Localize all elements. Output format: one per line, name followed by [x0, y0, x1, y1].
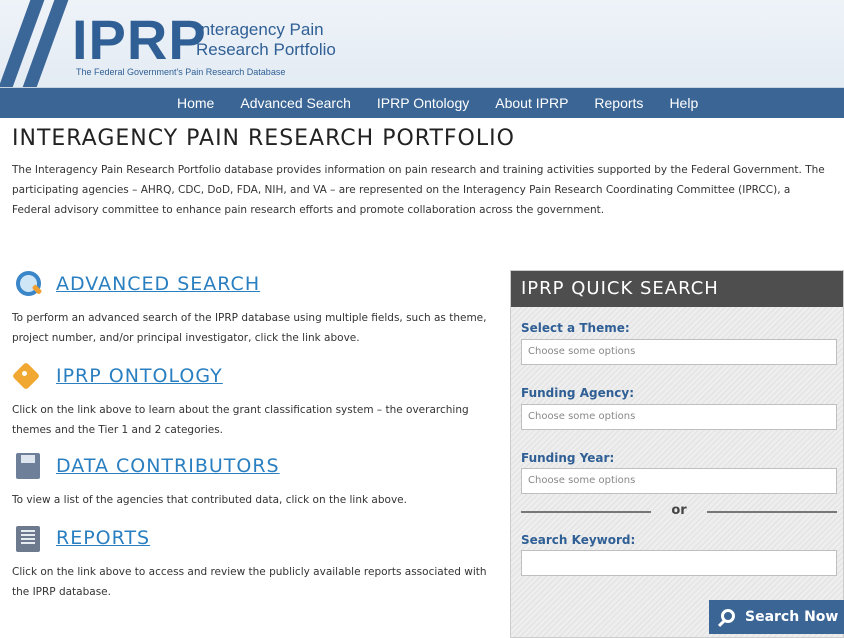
logo-tagline: The Federal Government's Pain Research D…	[76, 67, 286, 77]
advanced-search-description: To perform an advanced search of the IPR…	[12, 312, 487, 344]
quick-search-panel: IPRP QUICK SEARCH Select a Theme: Choose…	[510, 270, 844, 638]
site-header: IPRP Interagency Pain Research Portfolio…	[0, 0, 844, 88]
site-logo[interactable]: IPRP	[72, 12, 207, 68]
nav-iprp-ontology[interactable]: IPRP Ontology	[364, 88, 482, 118]
nav-home[interactable]: Home	[164, 88, 227, 118]
iprp-ontology-description: Click on the link above to learn about t…	[12, 404, 469, 436]
reports-description: Click on the link above to access and re…	[12, 566, 487, 598]
search-icon	[721, 609, 735, 623]
nav-help[interactable]: Help	[656, 88, 711, 118]
logo-subtitle: Interagency Pain Research Portfolio	[196, 20, 336, 59]
section-iprp-ontology: IPRP ONTOLOGY Click on the link above to…	[12, 360, 502, 440]
nav-about-iprp[interactable]: About IPRP	[482, 88, 581, 118]
floppy-disk-icon	[12, 450, 44, 482]
tag-icon	[12, 360, 44, 392]
section-data-contributors: DATA CONTRIBUTORS To view a list of the …	[12, 450, 502, 510]
theme-select[interactable]: Choose some options	[521, 339, 837, 365]
search-now-button[interactable]: Search Now	[709, 600, 844, 634]
agency-select[interactable]: Choose some options	[521, 404, 837, 430]
magnifier-icon	[12, 268, 44, 300]
keyword-input[interactable]	[521, 550, 837, 576]
data-contributors-description: To view a list of the agencies that cont…	[12, 494, 407, 506]
agency-label: Funding Agency:	[521, 386, 634, 400]
reports-link[interactable]: REPORTS	[56, 527, 150, 549]
quick-search-title: IPRP QUICK SEARCH	[511, 271, 843, 307]
section-advanced-search: ADVANCED SEARCH To perform an advanced s…	[12, 268, 502, 348]
section-reports: REPORTS Click on the link above to acces…	[12, 522, 502, 602]
year-label: Funding Year:	[521, 451, 615, 465]
intro-text: The Interagency Pain Research Portfolio …	[12, 164, 825, 216]
search-now-label: Search Now	[745, 609, 839, 625]
data-contributors-link[interactable]: DATA CONTRIBUTORS	[56, 455, 280, 477]
keyword-label: Search Keyword:	[521, 533, 636, 547]
nav-advanced-search[interactable]: Advanced Search	[227, 88, 364, 118]
iprp-ontology-link[interactable]: IPRP ONTOLOGY	[56, 365, 223, 387]
year-select[interactable]: Choose some options	[521, 468, 837, 494]
main-nav: Home Advanced Search IPRP Ontology About…	[0, 88, 844, 118]
report-icon	[12, 522, 44, 554]
or-divider: or	[521, 503, 837, 518]
advanced-search-link[interactable]: ADVANCED SEARCH	[56, 273, 260, 295]
nav-reports[interactable]: Reports	[581, 88, 656, 118]
theme-label: Select a Theme:	[521, 321, 630, 335]
page-title: INTERAGENCY PAIN RESEARCH PORTFOLIO	[12, 126, 515, 151]
